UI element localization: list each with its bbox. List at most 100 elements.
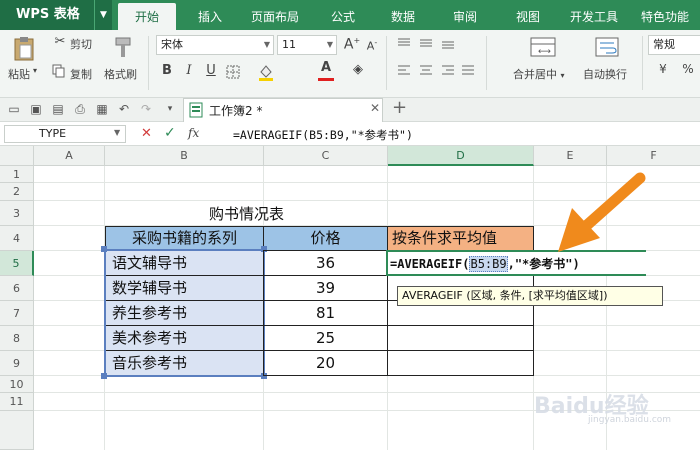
currency-icon[interactable]: ¥ (656, 62, 670, 76)
clear-format-icon[interactable]: ◈ (350, 62, 366, 77)
confirm-formula-icon[interactable]: ✓ (164, 125, 176, 141)
paste-button[interactable] (12, 36, 36, 62)
price-cell[interactable]: 81 (263, 300, 388, 326)
font-grow-icon[interactable]: A+ (343, 36, 361, 53)
insert-function-icon[interactable]: fx (188, 126, 199, 140)
fill-color-icon[interactable] (258, 63, 274, 81)
range-handle[interactable] (101, 373, 107, 379)
tab-special-features[interactable]: 特色功能 (634, 0, 696, 30)
row-header-5[interactable]: 5 (0, 251, 34, 276)
tab-insert[interactable]: 插入 (184, 0, 236, 30)
font-size-select[interactable]: 11 ▼ (277, 35, 337, 55)
column-header-d[interactable]: D (388, 146, 534, 166)
document-tab-title: 工作簿2 * (209, 104, 263, 118)
export-pdf-icon[interactable]: ▤ (50, 100, 66, 118)
tab-home[interactable]: 开始 (118, 3, 176, 30)
column-header-a[interactable]: A (34, 146, 105, 166)
format-painter-icon[interactable] (110, 36, 134, 60)
row-header-4[interactable]: 4 (0, 226, 34, 251)
row-header-3[interactable]: 3 (0, 201, 34, 226)
column-header-c[interactable]: C (264, 146, 388, 166)
select-all-corner[interactable] (0, 146, 34, 166)
italic-icon[interactable]: I (182, 63, 196, 78)
font-name-value: 宋体 (161, 38, 183, 51)
percent-icon[interactable]: % (680, 62, 696, 76)
column-header-b[interactable]: B (105, 146, 264, 166)
number-format-value: 常规 (653, 38, 675, 51)
row-header-9[interactable]: 9 (0, 351, 34, 376)
merge-center-button[interactable]: 合并居中 ▾ (513, 66, 565, 82)
save-icon[interactable]: ▣ (28, 100, 44, 118)
tab-view[interactable]: 视图 (503, 0, 553, 30)
cut-icon[interactable]: ✂ (52, 34, 68, 49)
copy-button[interactable]: 复制 (70, 66, 92, 82)
app-menu-caret-icon[interactable]: ▼ (94, 0, 112, 30)
print-preview-icon[interactable]: ▦ (94, 100, 110, 118)
wrap-text-button[interactable]: 自动换行 (583, 66, 627, 82)
spreadsheet-file-icon (189, 102, 203, 118)
paste-dropdown-icon[interactable]: ▾ (33, 66, 37, 75)
bold-icon[interactable]: B (160, 63, 174, 78)
header-cell-price[interactable]: 价格 (263, 226, 388, 251)
price-cell[interactable]: 20 (263, 350, 388, 376)
column-header-e[interactable]: E (534, 146, 607, 166)
tab-page-layout[interactable]: 页面布局 (242, 0, 308, 30)
merge-center-label: 合并居中 (513, 68, 557, 81)
row-header-8[interactable]: 8 (0, 326, 34, 351)
name-box-value: TYPE (39, 127, 67, 140)
price-cell[interactable]: 25 (263, 325, 388, 351)
chevron-down-icon: ▼ (326, 40, 333, 49)
number-format-select[interactable]: 常规 (648, 35, 700, 55)
open-folder-icon[interactable]: ▭ (6, 100, 22, 118)
name-box[interactable]: TYPE (4, 125, 126, 143)
tab-developer[interactable]: 开发工具 (562, 0, 626, 30)
ribbon-divider (148, 36, 149, 90)
column-header-f[interactable]: F (607, 146, 700, 166)
new-tab-icon[interactable]: + (392, 97, 407, 118)
ribbon-divider (642, 36, 643, 90)
formula-input[interactable]: =AVERAGEIF(B5:B9,"*参考书") (233, 127, 413, 143)
font-shrink-icon[interactable]: A- (364, 38, 380, 53)
function-signature-tooltip: AVERAGEIF (区域, 条件, [求平均值区域]) (397, 286, 663, 306)
font-color-swatch (318, 78, 334, 81)
font-color-icon[interactable]: A (318, 60, 334, 75)
copy-icon[interactable] (52, 64, 66, 78)
cancel-formula-icon[interactable]: ✕ (141, 126, 152, 141)
merge-center-icon[interactable]: ⟷ (530, 36, 556, 60)
paste-icon (14, 37, 34, 61)
row-header-7[interactable]: 7 (0, 301, 34, 326)
customize-toolbar-icon[interactable]: ▾ (162, 100, 178, 118)
cut-button[interactable]: 剪切 (70, 36, 92, 52)
tab-formulas[interactable]: 公式 (318, 0, 368, 30)
price-cell[interactable]: 36 (263, 250, 388, 276)
average-cell[interactable] (387, 350, 534, 376)
row-header-11[interactable]: 11 (0, 393, 34, 411)
header-cell-series[interactable]: 采购书籍的系列 (105, 226, 264, 251)
formula-reference-highlight (104, 249, 265, 377)
range-handle[interactable] (101, 246, 107, 252)
font-name-select[interactable]: 宋体 ▼ (156, 35, 274, 55)
row-header-1[interactable]: 1 (0, 166, 34, 183)
paste-label: 粘贴 (8, 68, 30, 81)
row-header-2[interactable]: 2 (0, 183, 34, 201)
format-painter-button[interactable]: 格式刷 (104, 66, 137, 82)
wrap-text-icon[interactable] (594, 36, 620, 60)
sheet-title[interactable]: 购书情况表 (105, 203, 388, 224)
header-cell-average[interactable]: 按条件求平均值 (387, 226, 534, 251)
print-icon[interactable]: ⎙ (72, 100, 88, 118)
edit-range-ref: B5:B9 (469, 256, 508, 272)
ribbon-divider (486, 36, 487, 90)
border-icon[interactable] (226, 65, 240, 79)
baidu-watermark-url: jingyan.baidu.com (588, 415, 672, 425)
tab-review[interactable]: 审阅 (440, 0, 490, 30)
price-cell[interactable]: 39 (263, 275, 388, 301)
underline-icon[interactable]: U (204, 63, 218, 78)
tab-data[interactable]: 数据 (378, 0, 428, 30)
undo-icon[interactable]: ↶ (116, 100, 132, 118)
chevron-down-icon[interactable]: ▼ (114, 128, 120, 137)
row-header-6[interactable]: 6 (0, 276, 34, 301)
row-header-10[interactable]: 10 (0, 376, 34, 393)
average-cell[interactable] (387, 325, 534, 351)
close-tab-icon[interactable]: ✕ (370, 101, 380, 115)
redo-icon[interactable]: ↷ (138, 100, 154, 118)
